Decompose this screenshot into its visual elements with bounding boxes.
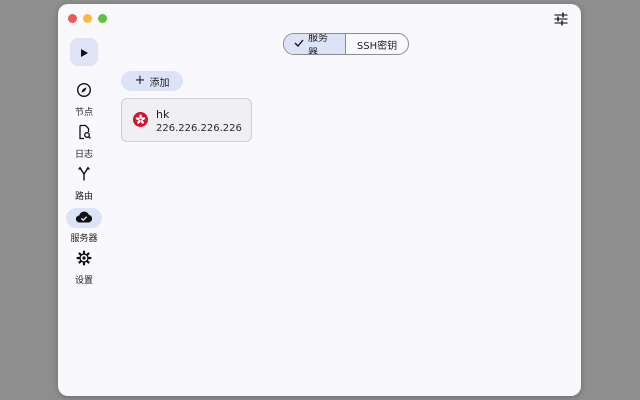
sidebar-item-label: 路由 xyxy=(74,192,93,202)
sidebar-item-routes[interactable]: 路由 xyxy=(58,166,110,202)
tab-servers[interactable]: 服务器 xyxy=(284,34,345,54)
play-icon xyxy=(79,43,89,62)
add-button-label: 添加 xyxy=(149,77,170,89)
sidebar-item-label: 日志 xyxy=(74,150,93,160)
hong-kong-flag-icon xyxy=(133,112,148,127)
sidebar-item-settings[interactable]: 设置 xyxy=(58,250,110,286)
log-search-icon xyxy=(76,124,92,144)
add-server-button[interactable]: + 添加 xyxy=(121,71,183,91)
fork-icon xyxy=(76,166,92,186)
sliders-icon[interactable] xyxy=(553,11,569,27)
view-segmented-control: 服务器 SSH密钥 xyxy=(283,33,409,55)
sidebar-item-servers[interactable]: 服务器 xyxy=(58,208,110,244)
sidebar-item-label: 设置 xyxy=(74,276,93,286)
sidebar-item-label: 节点 xyxy=(74,108,93,118)
app-window: 节点 日志 路由 服务器 设置 服务器 SSH密钥 + 添加 hk 226.22… xyxy=(58,4,581,396)
cloud-check-icon xyxy=(75,209,93,228)
tab-ssh-keys[interactable]: SSH密钥 xyxy=(345,34,408,54)
sidebar-item-logs[interactable]: 日志 xyxy=(58,124,110,160)
server-name: hk xyxy=(156,108,170,121)
sidebar-item-label: 服务器 xyxy=(70,234,98,244)
navigation-rail: 节点 日志 路由 服务器 设置 xyxy=(58,4,110,396)
server-card[interactable]: hk 226.226.226.226 xyxy=(121,98,252,142)
gear-icon xyxy=(76,250,92,270)
compass-icon xyxy=(76,82,92,102)
server-ip: 226.226.226.226 xyxy=(156,123,242,134)
checkmark-icon xyxy=(294,38,304,51)
play-button[interactable] xyxy=(70,38,98,66)
plus-icon: + xyxy=(134,73,146,88)
tab-label: 服务器 xyxy=(308,33,328,55)
sidebar-item-nodes[interactable]: 节点 xyxy=(58,82,110,118)
tab-label: SSH密钥 xyxy=(356,40,398,52)
